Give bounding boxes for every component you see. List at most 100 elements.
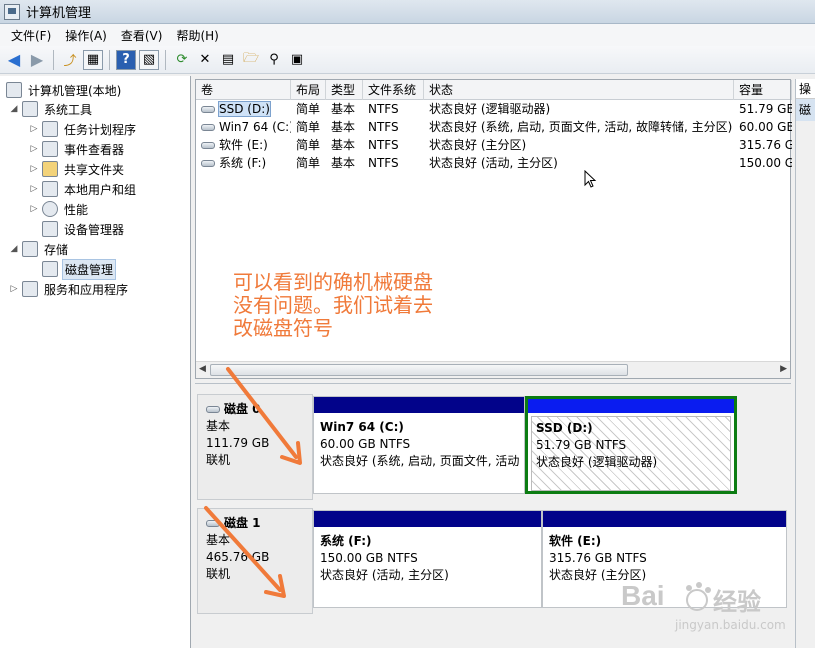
clock-icon <box>42 121 58 137</box>
volume-name: SSD (D:) <box>218 101 271 117</box>
back-icon[interactable]: ◀ <box>4 50 24 70</box>
volume-name: Win7 64 (C:) <box>219 120 291 134</box>
drive-icon <box>201 142 215 149</box>
partition-bar <box>528 399 734 413</box>
volume-status: 状态良好 (主分区) <box>429 138 527 152</box>
volume-capacity: 315.76 G <box>739 138 792 152</box>
tree-item-task-scheduler[interactable]: ▷ 任务计划程序 <box>28 119 138 139</box>
tree-item-system-tools[interactable]: ◢ 系统工具 <box>8 99 94 119</box>
up-icon[interactable]: ⤴ <box>60 50 80 70</box>
table-row[interactable]: SSD (D:) 简单 基本 NTFS 状态良好 (逻辑驱动器) 51.79 G… <box>196 100 792 118</box>
scroll-right-icon[interactable]: ▶ <box>780 364 787 374</box>
volume-type: 基本 <box>331 138 356 152</box>
arrow-annotation-icon <box>226 367 302 465</box>
partition-bar <box>314 397 524 413</box>
column-header-layout[interactable]: 布局 <box>291 80 326 100</box>
drive-icon <box>201 106 215 113</box>
column-header-capacity[interactable]: 容量 <box>734 80 792 100</box>
storage-icon <box>22 241 38 257</box>
chevron-down-icon[interactable]: ◢ <box>8 104 20 114</box>
volume-status: 状态良好 (活动, 主分区) <box>429 156 558 170</box>
show-hide-action-icon[interactable]: ▧ <box>139 49 159 70</box>
column-header-filesystem[interactable]: 文件系统 <box>363 80 424 100</box>
partition-f[interactable]: 系统 (F:) 150.00 GB NTFS 状态良好 (活动, 主分区) <box>313 510 542 608</box>
column-header-type[interactable]: 类型 <box>326 80 363 100</box>
chevron-right-icon[interactable]: ▷ <box>8 284 20 294</box>
partition-bar <box>314 511 541 527</box>
delete-icon[interactable]: ✕ <box>195 50 215 70</box>
chevron-right-icon[interactable]: ▷ <box>28 144 40 154</box>
arrow-annotation-icon <box>204 506 286 598</box>
volume-status: 状态良好 (逻辑驱动器) <box>429 102 551 116</box>
disk-icon[interactable]: ▣ <box>287 50 307 70</box>
tree-item-services-apps[interactable]: ▷ 服务和应用程序 <box>8 279 130 299</box>
disk-management-icon <box>42 261 58 277</box>
open-icon[interactable]: 🗁 <box>241 50 261 70</box>
column-header-volume[interactable]: 卷 <box>196 80 291 100</box>
volume-name: 系统 (F:) <box>219 156 267 170</box>
users-icon <box>42 181 58 197</box>
tree-item-performance[interactable]: ▷ 性能 <box>28 199 90 219</box>
drive-icon <box>201 160 215 167</box>
watermark-url: jingyan.baidu.com <box>675 618 786 632</box>
partition-d[interactable]: SSD (D:) 51.79 GB NTFS 状态良好 (逻辑驱动器) <box>525 396 737 494</box>
window-title: 计算机管理 <box>26 6 92 21</box>
scroll-left-icon[interactable]: ◀ <box>199 364 206 374</box>
help-icon[interactable]: ? <box>116 49 136 70</box>
show-hide-tree-icon[interactable]: ▦ <box>83 49 103 70</box>
disk-icon <box>206 406 220 413</box>
disk-0-partitions: Win7 64 (C:) 60.00 GB NTFS 状态良好 (系统, 启动,… <box>313 396 787 494</box>
partition-bar <box>543 511 786 527</box>
menu-file[interactable]: 文件(F) <box>4 27 58 44</box>
tree-item-event-viewer[interactable]: ▷ 事件查看器 <box>28 139 126 159</box>
chevron-right-icon[interactable]: ▷ <box>28 204 40 214</box>
volume-layout: 简单 <box>296 102 321 116</box>
tree-item-device-manager[interactable]: 设备管理器 <box>28 219 126 239</box>
chevron-right-icon[interactable]: ▷ <box>28 164 40 174</box>
menu-bar: 文件(F) 操作(A) 查看(V) 帮助(H) <box>0 24 815 46</box>
watermark-brand: Bai <box>621 580 665 611</box>
volume-list-header: 卷 布局 类型 文件系统 状态 容量 <box>196 80 792 100</box>
forward-icon[interactable]: ▶ <box>27 50 47 70</box>
menu-action[interactable]: 操作(A) <box>58 27 114 44</box>
table-row[interactable]: Win7 64 (C:) 简单 基本 NTFS 状态良好 (系统, 启动, 页面… <box>196 118 792 136</box>
tools-icon <box>22 101 38 117</box>
table-row[interactable]: 系统 (F:) 简单 基本 NTFS 状态良好 (活动, 主分区) 150.00… <box>196 154 792 172</box>
search-icon[interactable]: ⚲ <box>264 50 284 70</box>
tree-item-local-users[interactable]: ▷ 本地用户和组 <box>28 179 138 199</box>
annotation-text: 可以看到的确机械硬盘没有问题。我们试着去改磁盘符号 <box>233 270 433 340</box>
column-header-status[interactable]: 状态 <box>424 80 734 100</box>
chevron-right-icon[interactable]: ▷ <box>28 124 40 134</box>
volume-filesystem: NTFS <box>368 102 399 116</box>
partition-c[interactable]: Win7 64 (C:) 60.00 GB NTFS 状态良好 (系统, 启动,… <box>313 396 525 494</box>
menu-view[interactable]: 查看(V) <box>114 27 170 44</box>
watermark-brand2: 经验 <box>713 588 761 616</box>
chevron-down-icon[interactable]: ◢ <box>8 244 20 254</box>
volume-type: 基本 <box>331 120 356 134</box>
drive-icon <box>201 124 215 131</box>
tree-item-shared-folders[interactable]: ▷ 共享文件夹 <box>28 159 126 179</box>
tree-item-root[interactable]: 计算机管理(本地) <box>4 80 123 100</box>
volume-status: 状态良好 (系统, 启动, 页面文件, 活动, 故障转储, 主分区) <box>429 120 733 134</box>
table-row[interactable]: 软件 (E:) 简单 基本 NTFS 状态良好 (主分区) 315.76 G <box>196 136 792 154</box>
volume-capacity: 150.00 G <box>739 156 792 170</box>
mouse-cursor-icon <box>584 170 597 188</box>
volume-name: 软件 (E:) <box>219 138 268 152</box>
menu-help[interactable]: 帮助(H) <box>169 27 225 44</box>
title-bar: 计算机管理 <box>0 0 815 24</box>
refresh-icon[interactable]: ⟳ <box>172 50 192 70</box>
computer-management-icon <box>4 3 20 20</box>
shared-folder-icon <box>42 161 58 177</box>
performance-icon <box>42 201 58 217</box>
event-viewer-icon <box>42 141 58 157</box>
chevron-right-icon[interactable]: ▷ <box>28 184 40 194</box>
volume-layout: 简单 <box>296 120 321 134</box>
navigation-tree: 计算机管理(本地) ◢ 系统工具 ▷ 任务计划程序 ▷ 事件查看器 ▷ 共享文件… <box>0 76 191 648</box>
tree-item-disk-management[interactable]: 磁盘管理 <box>28 258 117 280</box>
watermark: Bai 经验 jingyan.baidu.com <box>615 570 810 640</box>
actions-item[interactable]: 磁 <box>796 99 815 121</box>
volume-filesystem: NTFS <box>368 120 399 134</box>
volume-filesystem: NTFS <box>368 138 399 152</box>
properties-icon[interactable]: ▤ <box>218 50 238 70</box>
tree-item-storage[interactable]: ◢ 存储 <box>8 239 70 259</box>
